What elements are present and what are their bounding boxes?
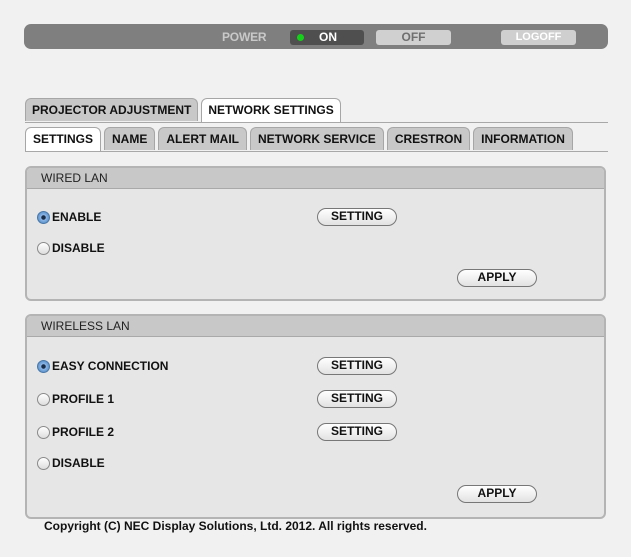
wireless-disable-label: DISABLE [52,456,105,470]
wireless-easy-connection-label: EASY CONNECTION [52,359,169,373]
power-on-button[interactable]: ON [290,30,364,45]
wired-disable-option[interactable]: DISABLE [37,241,105,255]
radio-unchecked-icon[interactable] [37,456,50,470]
tab-crestron[interactable]: CRESTRON [386,127,471,150]
wireless-lan-title: WIRELESS LAN [27,316,604,337]
power-bar: POWER ON OFF LOGOFF [24,24,608,49]
wireless-apply-button[interactable]: APPLY [457,485,537,503]
sub-tab-bar: SETTINGS NAME ALERT MAIL NETWORK SERVICE… [25,127,576,152]
main-tab-bar: PROJECTOR ADJUSTMENT NETWORK SETTINGS [25,98,344,123]
wireless-lan-panel: WIRELESS LAN EASY CONNECTION SETTING PRO… [25,314,606,519]
power-off-button[interactable]: OFF [376,30,451,45]
tab-settings[interactable]: SETTINGS [25,127,102,152]
radio-checked-icon[interactable] [37,210,50,224]
wireless-profile1-label: PROFILE 1 [52,392,115,406]
wireless-easy-connection-option[interactable]: EASY CONNECTION [37,359,168,373]
tab-network-settings[interactable]: NETWORK SETTINGS [201,98,341,123]
radio-unchecked-icon[interactable] [37,425,50,439]
wired-disable-label: DISABLE [52,241,105,255]
profile1-setting-button[interactable]: SETTING [317,390,397,408]
wired-enable-label: ENABLE [52,210,102,224]
radio-checked-icon[interactable] [37,359,50,373]
wired-enable-setting-button[interactable]: SETTING [317,208,397,226]
easy-connection-setting-button[interactable]: SETTING [317,357,397,375]
tab-name[interactable]: NAME [104,127,156,150]
wired-lan-title: WIRED LAN [27,168,604,189]
power-led-icon [297,34,304,41]
wireless-profile1-option[interactable]: PROFILE 1 [37,392,114,406]
wireless-disable-option[interactable]: DISABLE [37,456,105,470]
copyright-text: Copyright (C) NEC Display Solutions, Ltd… [44,519,427,533]
tab-network-service[interactable]: NETWORK SERVICE [250,127,384,150]
power-on-label: ON [319,30,337,44]
power-label: POWER [222,30,267,44]
main-tab-divider [25,122,608,123]
radio-unchecked-icon[interactable] [37,392,50,406]
wired-lan-panel: WIRED LAN ENABLE SETTING DISABLE APPLY [25,166,606,301]
sub-tab-divider [25,151,608,152]
radio-unchecked-icon[interactable] [37,241,50,255]
wired-apply-button[interactable]: APPLY [457,269,537,287]
logoff-button[interactable]: LOGOFF [501,30,576,45]
tab-information[interactable]: INFORMATION [473,127,573,150]
profile2-setting-button[interactable]: SETTING [317,423,397,441]
tab-alert-mail[interactable]: ALERT MAIL [158,127,248,150]
wireless-profile2-label: PROFILE 2 [52,425,115,439]
wireless-profile2-option[interactable]: PROFILE 2 [37,425,114,439]
wired-enable-option[interactable]: ENABLE [37,210,101,224]
tab-projector-adjustment[interactable]: PROJECTOR ADJUSTMENT [25,98,199,121]
